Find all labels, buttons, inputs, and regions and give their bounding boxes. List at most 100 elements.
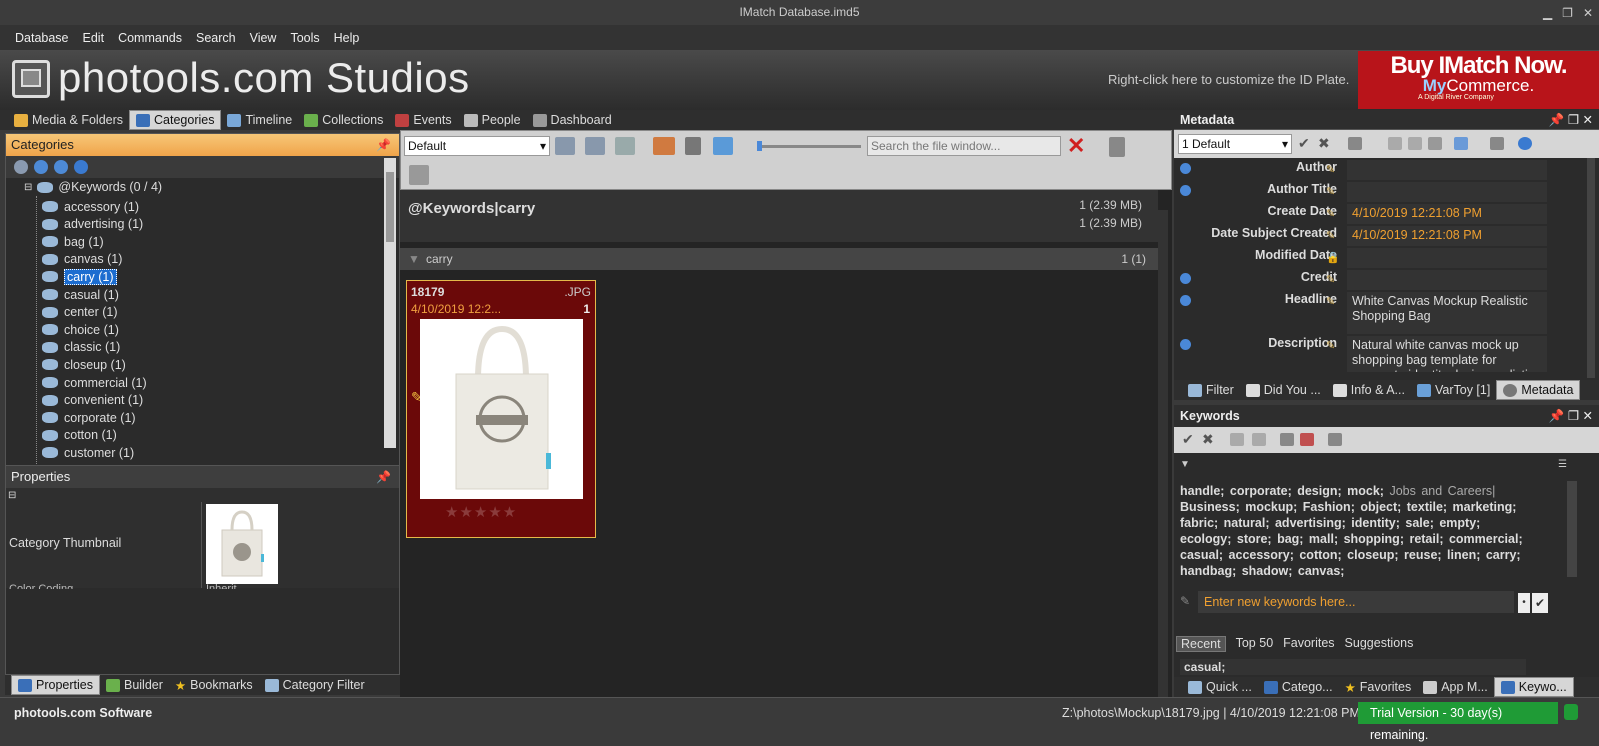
panel-controls[interactable]: 📌 ❐ ✕: [1549, 405, 1593, 427]
info-icon[interactable]: [1180, 273, 1191, 284]
paste-icon[interactable]: [1408, 137, 1422, 150]
tree-item[interactable]: choice (1): [42, 321, 119, 338]
rating-stars[interactable]: ★★★★★: [445, 503, 517, 521]
collapse-icon[interactable]: ⊟: [24, 182, 32, 193]
recent-keyword[interactable]: casual;: [1180, 659, 1526, 675]
pencil-icon[interactable]: ✎: [1326, 295, 1336, 308]
metadata-scrollbar[interactable]: [1587, 158, 1595, 378]
tree-item[interactable]: convenient (1): [42, 392, 143, 409]
lock-icon[interactable]: [685, 137, 701, 155]
category-thumbnail[interactable]: [206, 504, 278, 584]
confirm-button[interactable]: ✔: [1532, 593, 1548, 613]
cancel-icon[interactable]: ✖: [1202, 431, 1214, 448]
menu-edit[interactable]: Edit: [76, 31, 112, 45]
apply-icon[interactable]: ✔: [1298, 135, 1310, 152]
new-keyword-input[interactable]: Enter new keywords here...: [1198, 591, 1514, 613]
tree-item[interactable]: advertising (1): [42, 216, 143, 233]
sidecar-icon[interactable]: [1490, 137, 1504, 150]
details-icon[interactable]: [653, 137, 675, 155]
sort-order-icon[interactable]: [555, 137, 575, 155]
metadata-value[interactable]: [1347, 248, 1547, 268]
cancel-icon[interactable]: ✖: [1318, 135, 1330, 152]
keyword-list[interactable]: handle; corporate; design; mock; Jobs an…: [1180, 483, 1530, 579]
tree-item[interactable]: cotton (1): [42, 427, 117, 444]
tab-info[interactable]: Info & A...: [1327, 380, 1411, 400]
back-icon[interactable]: [34, 160, 48, 174]
tab-properties[interactable]: Properties: [11, 675, 100, 695]
copy-icon[interactable]: [1388, 137, 1402, 150]
pencil-icon[interactable]: ✎: [1326, 163, 1336, 176]
group-header[interactable]: ▼ carry 1 (1): [400, 248, 1158, 270]
tree-item[interactable]: closeup (1): [42, 356, 126, 373]
info-icon[interactable]: [1180, 295, 1191, 306]
subtab-recent[interactable]: Recent: [1176, 636, 1226, 652]
tree-item[interactable]: bag (1): [42, 233, 104, 250]
metadata-value[interactable]: 4/10/2019 12:21:08 PM: [1347, 204, 1547, 224]
minimize-button[interactable]: ▁: [1543, 6, 1552, 20]
tab-timeline[interactable]: Timeline: [221, 110, 298, 130]
menu-icon[interactable]: ☰: [1558, 459, 1567, 470]
lock-icon[interactable]: 🔒: [1326, 251, 1340, 264]
file-window-scrollbar[interactable]: [1158, 210, 1168, 697]
tree-item[interactable]: corporate (1): [42, 409, 136, 426]
tab-did-you-know[interactable]: Did You ...: [1240, 380, 1327, 400]
pencil-icon[interactable]: ✎: [1326, 207, 1336, 220]
list-icon[interactable]: [615, 137, 635, 155]
menu-commands[interactable]: Commands: [111, 31, 189, 45]
collapse-icon[interactable]: ▼: [1180, 459, 1190, 470]
pencil-icon[interactable]: ✎: [1326, 273, 1336, 286]
database-icon[interactable]: [1109, 137, 1125, 157]
metadata-preset-select[interactable]: 1 Default ▾: [1178, 134, 1292, 154]
file-thumbnail[interactable]: [420, 319, 583, 499]
tab-category[interactable]: Catego...: [1258, 677, 1339, 697]
paste-icon[interactable]: [1252, 433, 1266, 446]
settings-icon[interactable]: [1348, 137, 1362, 150]
pencil-icon[interactable]: ✎: [1326, 339, 1336, 352]
tree-item[interactable]: customer (1): [42, 444, 134, 461]
panel-controls[interactable]: 📌 ❐ ✕: [1549, 110, 1593, 130]
copy-icon[interactable]: [1230, 433, 1244, 446]
tab-filter[interactable]: Filter: [1182, 380, 1240, 400]
metadata-value[interactable]: [1347, 182, 1547, 202]
tree-item[interactable]: commercial (1): [42, 374, 147, 391]
subtab-suggestions[interactable]: Suggestions: [1345, 636, 1414, 652]
pencil-icon[interactable]: ✎: [1326, 229, 1336, 242]
sort-select[interactable]: Default ▾: [404, 136, 550, 156]
maximize-button[interactable]: ❐: [1562, 6, 1573, 20]
clear-search-icon[interactable]: ✕: [1067, 133, 1085, 159]
tab-collections[interactable]: Collections: [298, 110, 389, 130]
remove-icon[interactable]: [1300, 433, 1314, 446]
close-button[interactable]: ✕: [1583, 6, 1593, 20]
settings-icon[interactable]: [14, 160, 28, 174]
options-button[interactable]: •: [1518, 593, 1530, 613]
thumbnail-size-slider[interactable]: [757, 141, 861, 151]
pin-icon[interactable]: 📌: [376, 134, 391, 156]
tab-builder[interactable]: Builder: [100, 675, 169, 695]
apply-icon[interactable]: ✔: [1182, 431, 1194, 448]
tab-keywords[interactable]: Keywo...: [1493, 677, 1574, 697]
collapse-icon[interactable]: ⊟: [8, 490, 16, 501]
info-icon[interactable]: [1180, 185, 1191, 196]
menu-database[interactable]: Database: [8, 31, 76, 45]
tree-item[interactable]: center (1): [42, 304, 118, 321]
pencil-icon[interactable]: ✎: [1326, 185, 1336, 198]
subtab-favorites[interactable]: Favorites: [1283, 636, 1334, 652]
layout-icon[interactable]: [585, 137, 605, 155]
magnify-icon[interactable]: [1428, 137, 1442, 150]
settings-icon[interactable]: [1328, 433, 1342, 446]
tab-app-manager[interactable]: App M...: [1417, 677, 1494, 697]
pin-icon[interactable]: 📌: [376, 466, 391, 488]
forward-icon[interactable]: [54, 160, 68, 174]
tab-metadata[interactable]: Metadata: [1496, 380, 1581, 400]
metadata-value[interactable]: White Canvas Mockup Realistic Shopping B…: [1347, 292, 1547, 334]
trial-status[interactable]: Trial Version - 30 day(s) remaining.: [1358, 702, 1558, 742]
grid-icon[interactable]: [713, 137, 733, 155]
tab-media-folders[interactable]: Media & Folders: [8, 110, 129, 130]
metadata-value[interactable]: [1347, 160, 1547, 180]
template-icon[interactable]: [1454, 137, 1468, 150]
format-icon[interactable]: [409, 165, 429, 185]
file-search-input[interactable]: Search the file window...: [867, 136, 1061, 156]
tab-quick[interactable]: Quick ...: [1182, 677, 1258, 697]
file-cell[interactable]: 18179 .JPG 4/10/2019 12:2... 1 ✎ ★★★★★: [406, 280, 596, 538]
tab-favorites[interactable]: ★ Favorites: [1339, 677, 1418, 697]
